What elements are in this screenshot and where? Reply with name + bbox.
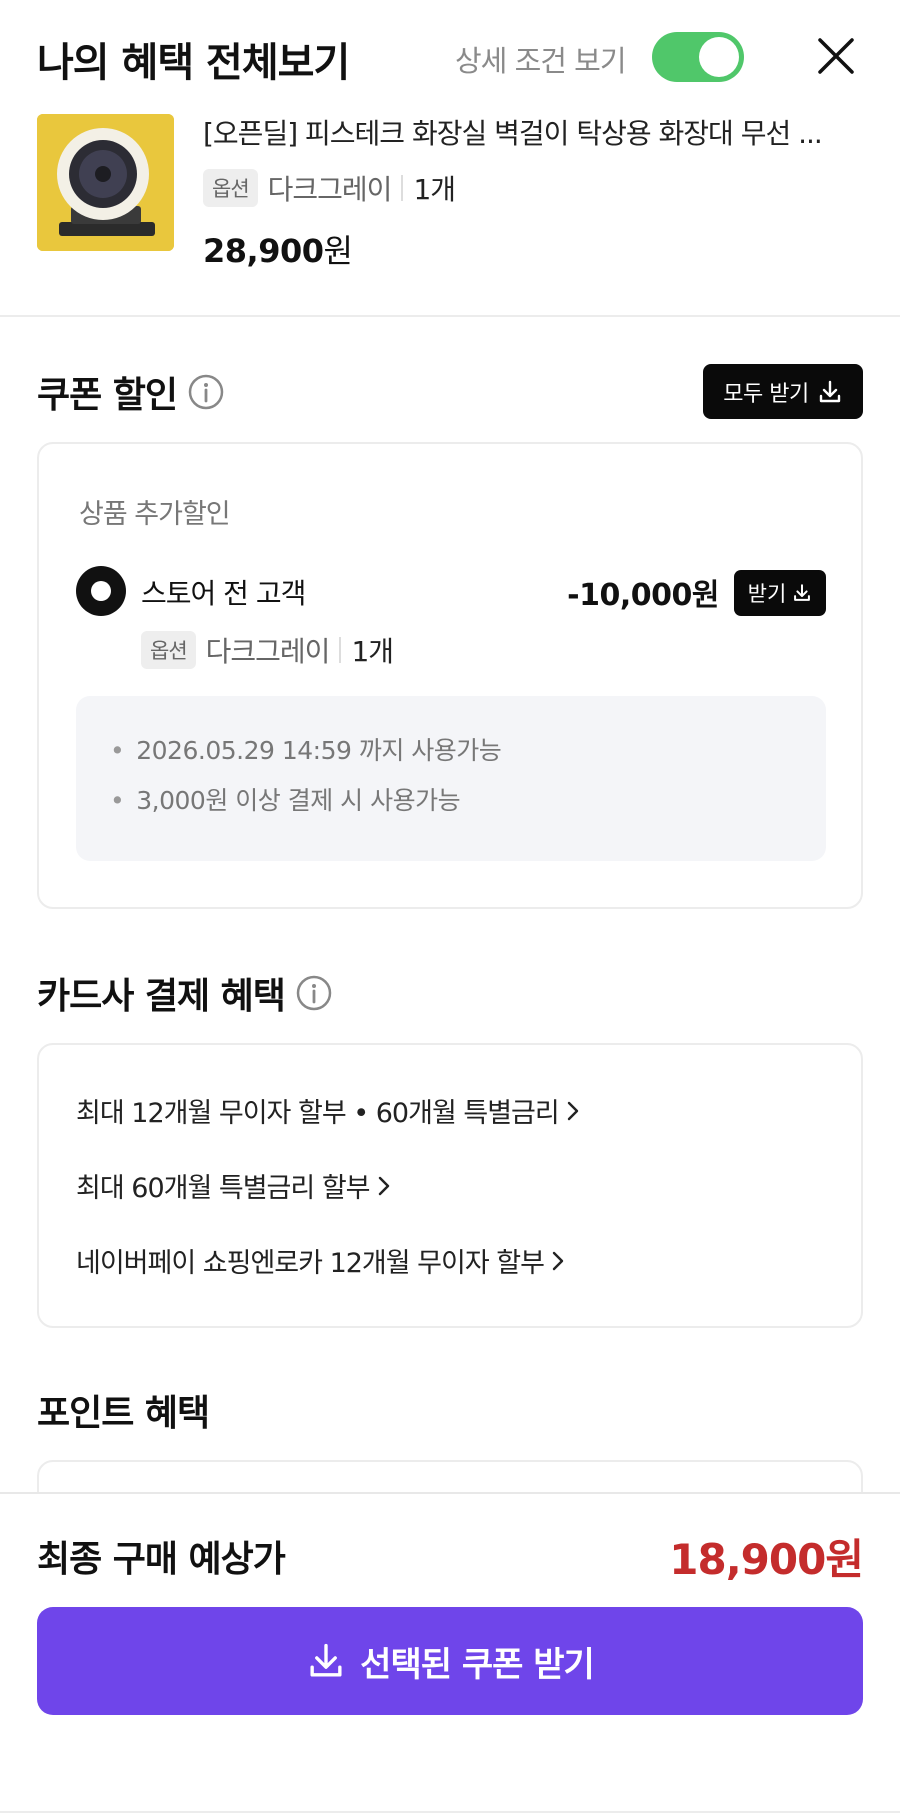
get-coupon-label: 받기 xyxy=(747,582,787,606)
divider xyxy=(401,175,404,201)
radio-dot xyxy=(91,581,111,601)
final-price-unit: 원 xyxy=(825,1535,864,1584)
download-icon xyxy=(794,584,811,601)
divider xyxy=(0,1811,900,1813)
card-benefit-label: 최대 12개월 무이자 할부 • 60개월 특별금리 xyxy=(76,1098,560,1129)
card-section-label: 카드사 결제 혜택 xyxy=(37,976,286,1017)
info-icon[interactable] xyxy=(187,373,225,411)
final-price: 18,900원 xyxy=(669,1526,864,1587)
product-price-unit: 원 xyxy=(323,232,353,270)
final-price-value: 18,900 xyxy=(669,1535,826,1584)
page-title: 나의 혜택 전체보기 xyxy=(37,40,350,86)
coupon-section-label: 쿠폰 할인 xyxy=(37,375,178,416)
card-benefit-item[interactable]: 최대 12개월 무이자 할부 • 60개월 특별금리 xyxy=(76,1091,581,1130)
bottom-bar: 최종 구매 예상가 18,900원 선택된 쿠폰 받기 xyxy=(0,1492,900,1816)
condition-minimum: 3,000원 이상 결제 시 사용가능 xyxy=(110,781,460,817)
get-all-label: 모두 받기 xyxy=(723,381,809,407)
coupon-name: 스토어 전 고객 xyxy=(141,577,306,610)
card-section-title: 카드사 결제 혜택 xyxy=(37,967,333,1019)
card-benefit-item[interactable]: 네이버페이 쇼핑엔로카 12개월 무이자 할부 xyxy=(76,1241,566,1280)
option-value: 다크그레이 xyxy=(267,173,393,206)
option-quantity: 1개 xyxy=(413,173,456,206)
card-benefits-card: 최대 12개월 무이자 할부 • 60개월 특별금리 최대 60개월 특별금리 … xyxy=(37,1043,863,1328)
detail-toggle[interactable] xyxy=(652,32,744,82)
coupon-amount-value: -10,000 xyxy=(567,578,692,613)
close-icon[interactable] xyxy=(812,32,860,80)
get-selected-coupons-button[interactable]: 선택된 쿠폰 받기 xyxy=(37,1607,863,1715)
chevron-right-icon xyxy=(378,1176,389,1195)
coupon-category: 상품 추가할인 xyxy=(79,499,231,530)
coupon-radio[interactable] xyxy=(76,566,126,616)
condition-expiry: 2026.05.29 14:59 까지 사용가능 xyxy=(110,731,502,767)
toggle-knob xyxy=(699,37,739,77)
product-option: 옵션 다크그레이 1개 xyxy=(203,168,456,208)
points-section-title: 포인트 혜택 xyxy=(37,1393,210,1434)
download-icon xyxy=(819,380,840,402)
option-badge: 옵션 xyxy=(203,169,258,207)
get-coupon-button[interactable]: 받기 xyxy=(734,570,826,616)
download-icon xyxy=(310,1643,342,1677)
option-value: 다크그레이 xyxy=(205,635,331,668)
header: 나의 혜택 전체보기 상세 조건 보기 xyxy=(0,0,900,112)
divider xyxy=(339,637,342,663)
card-benefit-label: 네이버페이 쇼핑엔로카 12개월 무이자 할부 xyxy=(76,1248,545,1279)
cta-label: 선택된 쿠폰 받기 xyxy=(360,1644,595,1685)
coupon-amount-unit: 원 xyxy=(691,578,720,613)
product-summary: [오픈딜] 피스테크 화장실 벽걸이 탁상용 화장대 무선 ... 옵션 다크그… xyxy=(0,112,900,317)
chevron-right-icon xyxy=(552,1251,564,1270)
coupon-section-title: 쿠폰 할인 xyxy=(37,366,225,418)
coupon-card: 상품 추가할인 스토어 전 고객 -10,000원 받기 옵션 다크그레이 1개… xyxy=(37,442,863,909)
get-all-coupons-button[interactable]: 모두 받기 xyxy=(703,364,863,419)
coupon-amount: -10,000원 xyxy=(567,570,719,614)
product-title[interactable]: [오픈딜] 피스테크 화장실 벽걸이 탁상용 화장대 무선 ... xyxy=(203,112,868,152)
info-icon[interactable] xyxy=(295,974,333,1012)
card-benefit-item[interactable]: 최대 60개월 특별금리 할부 xyxy=(76,1166,392,1205)
coupon-option: 옵션 다크그레이 1개 xyxy=(141,630,394,670)
coupon-conditions: 2026.05.29 14:59 까지 사용가능 3,000원 이상 결제 시 … xyxy=(76,696,826,861)
card-benefit-label: 최대 60개월 특별금리 할부 xyxy=(76,1173,371,1204)
option-badge: 옵션 xyxy=(141,631,196,669)
product-price-value: 28,900 xyxy=(203,232,324,270)
final-price-label: 최종 구매 예상가 xyxy=(37,1539,286,1580)
product-thumbnail xyxy=(37,114,174,251)
detail-toggle-label: 상세 조건 보기 xyxy=(455,44,627,78)
option-quantity: 1개 xyxy=(351,635,394,668)
product-price: 28,900원 xyxy=(203,226,353,272)
chevron-right-icon xyxy=(567,1101,578,1120)
